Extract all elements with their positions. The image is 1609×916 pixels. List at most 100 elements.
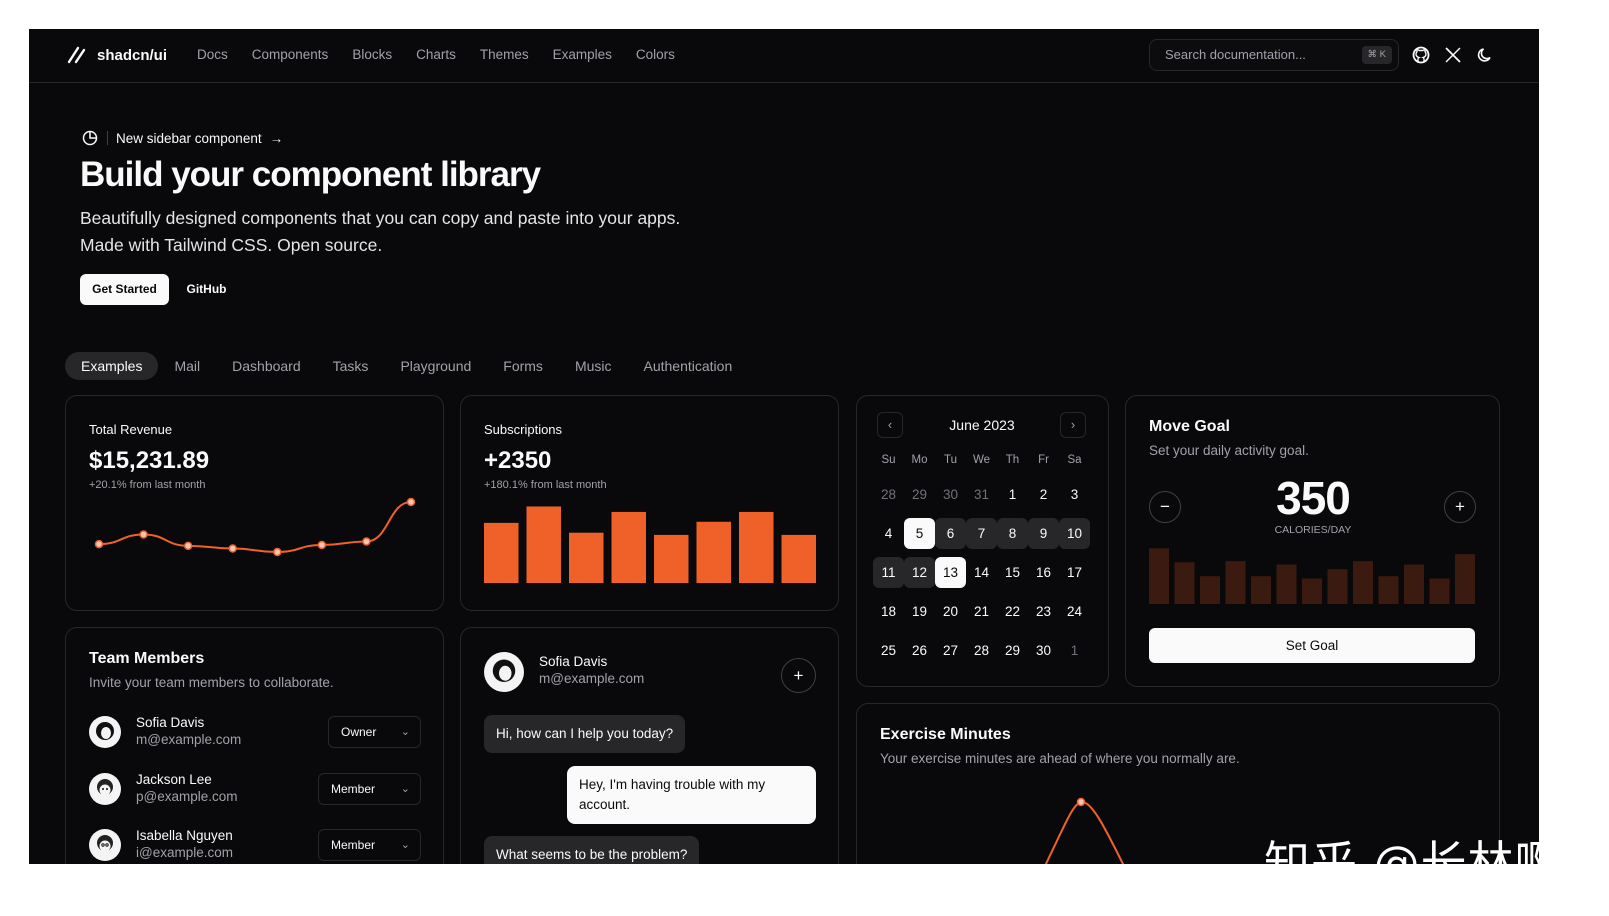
set-goal-button[interactable]: Set Goal	[1149, 628, 1475, 663]
calendar-day[interactable]: 25	[873, 635, 904, 666]
tab-tasks[interactable]: Tasks	[317, 352, 385, 380]
tab-playground[interactable]: Playground	[384, 352, 487, 380]
revenue-data-point	[139, 530, 148, 539]
calendar-day[interactable]: 1	[997, 479, 1028, 510]
hero-subtitle: Beautifully designed components that you…	[80, 205, 780, 259]
tab-dashboard[interactable]: Dashboard	[216, 352, 317, 380]
tab-authentication[interactable]: Authentication	[628, 352, 749, 380]
decrease-goal-button[interactable]: −	[1149, 491, 1181, 523]
tab-mail[interactable]: Mail	[158, 352, 216, 380]
goal-bar	[1251, 576, 1271, 604]
calendar-day[interactable]: 13	[935, 557, 966, 588]
nav-link-blocks[interactable]: Blocks	[352, 47, 392, 62]
calendar-day[interactable]: 11	[873, 557, 904, 588]
chat-contact-email: m@example.com	[539, 671, 645, 686]
nav-link-docs[interactable]: Docs	[197, 47, 228, 62]
calendar-day[interactable]: 30	[935, 479, 966, 510]
search-input[interactable]: Search documentation... ⌘ K	[1149, 39, 1399, 71]
search-shortcut: ⌘ K	[1361, 46, 1392, 64]
team-title: Team Members	[89, 650, 205, 667]
chevron-down-icon: ⌄	[400, 726, 410, 738]
calendar-day[interactable]: 18	[873, 596, 904, 627]
calendar-day[interactable]: 21	[966, 596, 997, 627]
calendar-day[interactable]: 26	[904, 635, 935, 666]
calendar-day[interactable]: 15	[997, 557, 1028, 588]
calendar-day[interactable]: 12	[904, 557, 935, 588]
brand-logo[interactable]: shadcn/ui	[65, 44, 167, 66]
move-goal-title: Move Goal	[1149, 418, 1230, 435]
subscriptions-bar	[696, 521, 731, 583]
moon-icon[interactable]	[1475, 45, 1495, 65]
calendar-next-button[interactable]: ›	[1060, 412, 1086, 438]
revenue-data-point	[273, 547, 282, 557]
calendar-day[interactable]: 27	[935, 635, 966, 666]
member-name: Isabella Nguyen	[136, 828, 233, 843]
new-message-button[interactable]: +	[781, 658, 816, 693]
calendar-day[interactable]: 8	[997, 518, 1028, 549]
goal-bar	[1404, 564, 1424, 604]
calendar-day[interactable]: 14	[966, 557, 997, 588]
calendar-day[interactable]: 5	[904, 518, 935, 549]
nav-link-colors[interactable]: Colors	[636, 47, 675, 62]
calendar-day[interactable]: 2	[1028, 479, 1059, 510]
github-icon[interactable]	[1411, 45, 1431, 65]
github-button[interactable]: GitHub	[179, 274, 234, 305]
calendar-day[interactable]: 31	[966, 479, 997, 510]
calendar-day[interactable]: 16	[1028, 557, 1059, 588]
revenue-data-point	[406, 497, 416, 507]
calendar-day[interactable]: 28	[873, 479, 904, 510]
subscriptions-value: +2350	[484, 447, 552, 474]
subscriptions-bar-chart	[484, 506, 816, 583]
goal-bar	[1276, 564, 1297, 604]
calendar-day[interactable]: 6	[935, 518, 966, 549]
nav-link-themes[interactable]: Themes	[480, 47, 529, 62]
calendar-day[interactable]: 19	[904, 596, 935, 627]
x-twitter-icon[interactable]	[1443, 45, 1463, 65]
tab-examples[interactable]: Examples	[65, 352, 159, 380]
revenue-line-chart	[94, 497, 416, 557]
calendar-day[interactable]: 20	[935, 596, 966, 627]
calendar-day[interactable]: 24	[1059, 596, 1090, 627]
announcement-link[interactable]: New sidebar component →	[81, 129, 283, 147]
person-icon	[97, 835, 113, 852]
tab-forms[interactable]: Forms	[487, 352, 559, 380]
role-value: Member	[331, 838, 376, 852]
calendar-day[interactable]: 30	[1028, 635, 1059, 666]
goal-value: 350	[1276, 472, 1351, 524]
role-select[interactable]: Member ⌄	[318, 829, 421, 861]
calendar-day[interactable]: 29	[904, 479, 935, 510]
goal-bar	[1429, 578, 1450, 604]
tab-music[interactable]: Music	[559, 352, 628, 380]
calendar-card: ‹ June 2023 › Su Mo Tu We Th Fr Sa 28 29 30 31 1 2 3 4…	[856, 395, 1109, 687]
calendar-day[interactable]: 23	[1028, 596, 1059, 627]
goal-bar	[1353, 561, 1373, 604]
nav-link-examples[interactable]: Examples	[553, 47, 612, 62]
calendar-month: June 2023	[949, 417, 1015, 433]
calendar-day[interactable]: 9	[1028, 518, 1059, 549]
calendar-day[interactable]: 29	[997, 635, 1028, 666]
watermark: 知乎 @长林啊	[1264, 836, 1539, 864]
calendar-day[interactable]: 7	[966, 518, 997, 549]
calendar-day[interactable]: 28	[966, 635, 997, 666]
revenue-data-point	[94, 539, 104, 549]
nav-link-charts[interactable]: Charts	[416, 47, 456, 62]
subscriptions-bar	[739, 511, 774, 583]
member-name: Jackson Lee	[136, 772, 212, 787]
calendar-day[interactable]: 17	[1059, 557, 1090, 588]
calendar-day[interactable]: 3	[1059, 479, 1090, 510]
goal-bar	[1378, 576, 1399, 604]
calendar-day[interactable]: 22	[997, 596, 1028, 627]
top-nav: shadcn/ui Docs Components Blocks Charts …	[29, 29, 1539, 83]
calendar-day[interactable]: 10	[1059, 518, 1090, 549]
calendar-day[interactable]: 4	[873, 518, 904, 549]
get-started-button[interactable]: Get Started	[80, 274, 169, 305]
increase-goal-button[interactable]: +	[1444, 491, 1476, 523]
nav-link-components[interactable]: Components	[252, 47, 329, 62]
calendar-day[interactable]: 1	[1059, 635, 1090, 666]
hero-title: Build your component library	[80, 155, 541, 194]
role-select[interactable]: Owner ⌄	[328, 716, 421, 748]
person-icon	[97, 779, 113, 796]
role-select[interactable]: Member ⌄	[318, 773, 421, 805]
calendar-prev-button[interactable]: ‹	[877, 412, 903, 438]
plus-icon: +	[793, 666, 804, 685]
